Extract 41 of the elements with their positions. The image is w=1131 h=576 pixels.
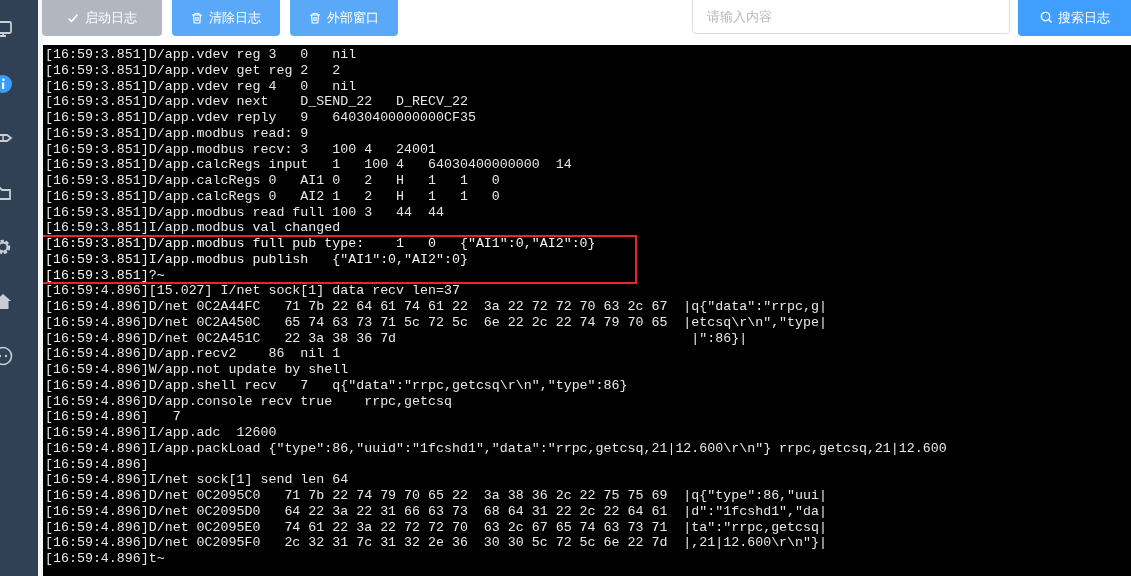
trash-icon [309,11,321,24]
log-line: [16:59:4.896]D/net 0C2A451C 22 3a 38 36 7d |":86}| [45,330,748,347]
log-line: [16:59:4.896]D/net 0C2A44FC 71 7b 22 64 61 74 61 22 3a 22 72 72 70 63 2c 67 |q{"data":"rrpc,g| [45,299,827,315]
log-line: [16:59:3.851]D/app.modbus read full 100 3 44 44 [45,204,444,221]
log-line: [16:59:4.896] 7 [45,409,181,425]
log-line: [16:59:3.851]D/app.calcRegs 0 AI2 1 2 H 1 1 0 [45,188,500,205]
clear-log-button[interactable]: 清除日志 [172,0,280,36]
log-line: [16:59:4.896]I/net sock[1] send len 64 [45,472,349,488]
log-line: [16:59:4.896]D/net 0C2A450C 65 74 63 73 71 5c 72 5c 6e 22 2c 22 74 79 70 65 |etcsq\r\n","type| [45,314,827,331]
log-line: [16:59:3.851]D/app.vdev reg 4 0 nil [45,78,357,95]
log-line: [16:59:4.896]I/app.adc 12600 [45,425,277,441]
log-line: [16:59:3.851]D/app.vdev get reg 2 2 [45,62,341,79]
log-line: [16:59:4.896]t~ [45,551,165,567]
log-line: [16:59:4.896]D/net 0C2095F0 2c 32 31 7c 31 32 2e 36 30 30 5c 72 5c 6e 22 7d |,21|12.600\r\n"}| [45,535,827,551]
log-line: [16:59:4.896]D/app.recv2 86 nil 1 [45,346,341,362]
external-window-button[interactable]: 外部窗口 [290,0,398,36]
log-line: [16:59:4.896]D/net 0C2095E0 74 61 22 3a 22 72 72 70 63 2c 67 65 74 63 73 71 |ta":"rrpc,getcsq| [45,519,827,536]
log-line: [16:59:4.896][15.027] I/net sock[1] data recv len=37 [45,283,460,299]
search-button[interactable]: 搜索日志 [1018,0,1131,36]
search-icon [1039,11,1053,24]
log-line: [16:59:3.851]I/app.modbus publish {"AI1":0,"AI2":0} [45,251,468,268]
log-line: [16:59:3.851]D/app.modbus read: 9 [45,125,309,142]
log-line: [16:59:4.896]I/app.packLoad {"type":86,"uuid":"1fcshd1","data":"rrpc,getcsq,21|12.600\r\n"} rrpc,getcsq,21|12.600 [45,440,947,457]
trash-icon [191,11,203,24]
log-line: [16:59:3.851]D/app.vdev reg 3 0 nil [45,47,357,63]
log-line: [16:59:3.851]I/app.modbus val changed [45,220,341,236]
log-line: [16:59:4.896]W/app.not update by shell [45,362,349,378]
log-line: [16:59:3.851]D/app.modbus recv: 3 100 4 24001 [45,141,436,158]
log-line: [16:59:3.851]D/app.modbus full pub type: 1 0 {"AI1":0,"AI2":0} [45,236,596,252]
log-line: [16:59:3.851]?~ [45,267,165,284]
log-line: [16:59:3.851]D/app.vdev reply 9 64030400000000CF35 [45,110,476,126]
log-line: [16:59:4.896] [45,456,149,473]
search-field[interactable]: 请输入内容 [692,0,1010,34]
log-line: [16:59:3.851]D/app.calcRegs 0 AI1 0 2 H 1 1 0 [45,173,500,189]
log-line: [16:59:3.851]D/app.calcRegs input 1 100 4 64030400000000 14 [45,157,572,173]
check-icon [67,11,79,24]
log-line: [16:59:4.896]D/app.shell recv 7 q{"data":"rrpc,getcsq\r\n","type":86} [45,377,628,394]
log-line: [16:59:4.896]D/app.console recv true rrpc,getcsq [45,393,452,410]
log-line: [16:59:3.851]D/app.vdev next D_SEND_22 D_RECV_22 [45,94,468,110]
log-line: [16:59:4.896]D/net 0C2095D0 64 22 3a 22 31 66 63 73 68 64 31 22 2c 22 64 61 |d":"1fcshd1","da| [45,503,827,520]
log-line: [16:59:4.896]D/net 0C2095C0 71 7b 22 74 79 70 65 22 3a 38 36 2c 22 75 75 69 |q{"type":86,"uui| [45,488,827,504]
